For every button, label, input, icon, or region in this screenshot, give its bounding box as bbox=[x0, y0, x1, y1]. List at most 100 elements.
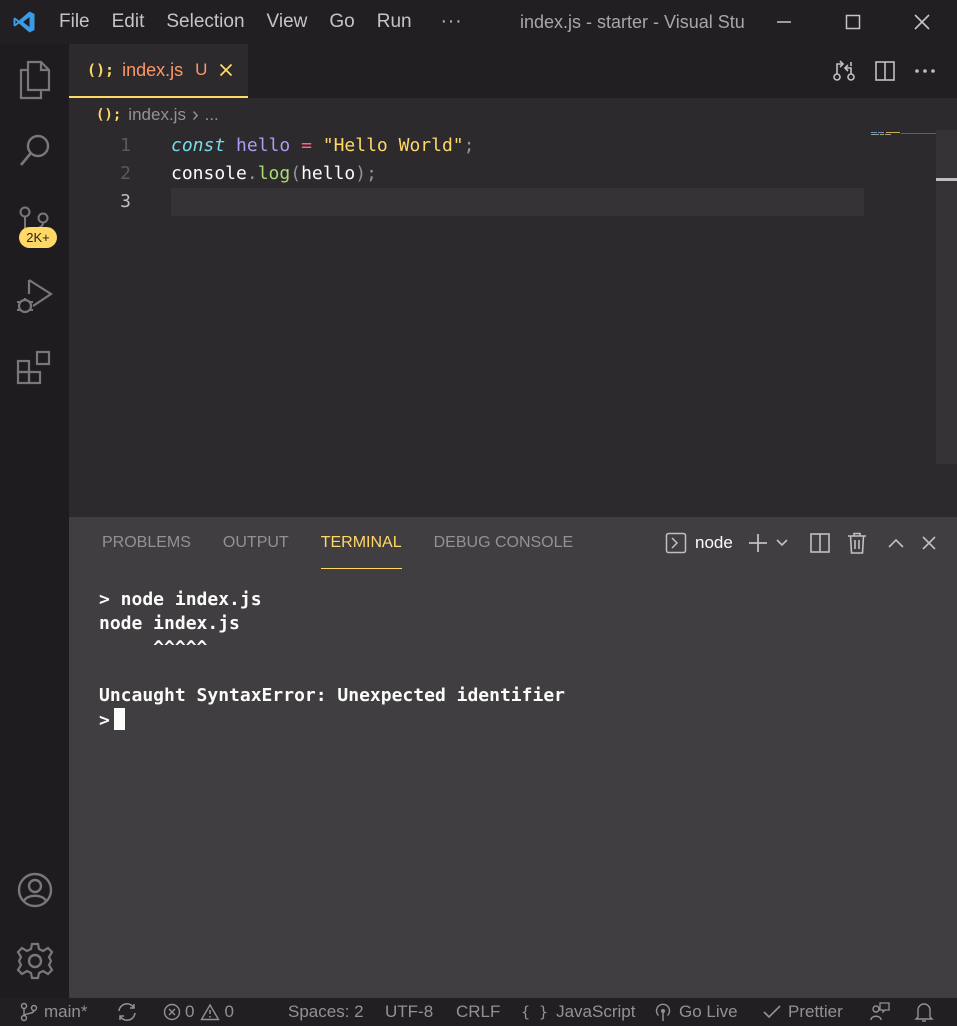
breadcrumb-file[interactable]: index.js bbox=[128, 105, 186, 125]
terminal-line: > node index.js bbox=[99, 589, 262, 610]
language-name: JavaScript bbox=[556, 1002, 636, 1021]
tab-close-button[interactable] bbox=[219, 63, 233, 77]
more-horizontal-icon bbox=[915, 69, 935, 73]
braces-icon: { } bbox=[521, 1003, 549, 1021]
prettier-label: Prettier bbox=[788, 1002, 843, 1021]
manage-gear-icon bbox=[16, 942, 53, 980]
menu-edit[interactable]: Edit bbox=[101, 0, 156, 44]
untracked-status: U bbox=[195, 60, 208, 79]
open-changes-button[interactable] bbox=[832, 59, 856, 83]
menu-bar: File Edit Selection View Go Run ··· bbox=[48, 0, 481, 44]
terminal-cursor bbox=[113, 708, 125, 730]
extensions-button[interactable] bbox=[0, 348, 69, 388]
plus-icon bbox=[748, 534, 767, 552]
error-count: 0 bbox=[185, 1002, 195, 1021]
line-content[interactable]: const hello = "Hello World"; bbox=[171, 132, 864, 160]
title-bar: File Edit Selection View Go Run ··· inde… bbox=[0, 0, 957, 44]
close-icon bbox=[922, 536, 936, 550]
kill-terminal-button[interactable] bbox=[847, 532, 867, 554]
new-terminal-button[interactable] bbox=[747, 532, 769, 554]
accounts-button[interactable] bbox=[0, 870, 69, 910]
problems-status[interactable]: 0 0 bbox=[163, 998, 234, 1026]
compare-changes-icon bbox=[833, 60, 855, 81]
terminal-line: ^^^^^ bbox=[99, 637, 208, 658]
minimize-icon bbox=[777, 21, 791, 23]
split-terminal-button[interactable] bbox=[809, 532, 831, 554]
breadcrumb-separator: › bbox=[191, 103, 199, 126]
language-status[interactable]: { } JavaScript bbox=[521, 998, 635, 1026]
prettier-status[interactable]: Prettier bbox=[762, 998, 843, 1026]
terminal-prompt-line: > bbox=[99, 708, 565, 733]
terminal-selector[interactable]: node bbox=[665, 532, 733, 554]
editor-tab-bar: (); index.js U bbox=[69, 44, 957, 98]
close-icon bbox=[914, 14, 930, 30]
broadcast-icon bbox=[655, 1003, 671, 1021]
menu-selection[interactable]: Selection bbox=[155, 0, 255, 44]
explorer-button[interactable] bbox=[0, 60, 69, 100]
minimize-button[interactable] bbox=[761, 0, 807, 44]
search-icon bbox=[19, 134, 49, 166]
menu-file[interactable]: File bbox=[48, 0, 101, 44]
run-debug-icon bbox=[16, 279, 53, 314]
branch-name: main* bbox=[44, 1002, 88, 1021]
code-line: 1 const hello = "Hello World"; bbox=[69, 132, 864, 160]
branch-status[interactable]: main* bbox=[20, 998, 87, 1026]
line-number: 2 bbox=[120, 163, 131, 184]
panel-actions: node bbox=[665, 517, 937, 569]
code-editor[interactable]: 1 const hello = "Hello World"; 2 console… bbox=[69, 130, 957, 516]
go-live-label: Go Live bbox=[679, 1002, 738, 1021]
code-line: 2 console.log(hello); bbox=[69, 160, 864, 188]
terminal-line: node index.js bbox=[99, 613, 240, 634]
tab-output[interactable]: OUTPUT bbox=[207, 517, 305, 569]
menu-go[interactable]: Go bbox=[318, 0, 365, 44]
trash-icon bbox=[847, 532, 866, 554]
more-actions-button[interactable] bbox=[914, 60, 936, 82]
status-bar: main* 0 0 Spaces: 2 UTF-8 CRLF { } JavaS… bbox=[0, 998, 957, 1026]
terminal-output[interactable]: > node index.js node index.js ^^^^^ Uncaug… bbox=[99, 588, 565, 733]
checkmark-icon bbox=[763, 1005, 781, 1019]
minimap[interactable] bbox=[871, 130, 937, 142]
editor-actions bbox=[832, 44, 936, 98]
explorer-icon bbox=[19, 60, 50, 100]
menu-run[interactable]: Run bbox=[366, 0, 423, 44]
split-editor-button[interactable] bbox=[874, 60, 896, 82]
error-icon bbox=[163, 1003, 181, 1021]
sync-icon bbox=[118, 1003, 136, 1021]
eol-status[interactable]: CRLF bbox=[456, 998, 500, 1026]
sync-button[interactable] bbox=[116, 998, 144, 1026]
panel-tabs: PROBLEMS OUTPUT TERMINAL DEBUG CONSOLE bbox=[86, 517, 589, 569]
terminal-prompt: > bbox=[99, 710, 110, 731]
menu-view[interactable]: View bbox=[256, 0, 319, 44]
notifications-button[interactable] bbox=[914, 998, 940, 1026]
warning-count: 0 bbox=[224, 1002, 234, 1021]
activity-bar: 2K+ bbox=[0, 44, 69, 998]
line-number: 1 bbox=[120, 135, 131, 156]
terminal-line: Uncaught SyntaxError: Unexpected identif… bbox=[99, 685, 565, 706]
maximize-panel-button[interactable] bbox=[887, 536, 905, 550]
maximize-button[interactable] bbox=[830, 0, 876, 44]
close-window-button[interactable] bbox=[899, 0, 945, 44]
line-content[interactable] bbox=[171, 188, 864, 216]
tab-problems[interactable]: PROBLEMS bbox=[86, 517, 207, 569]
close-panel-button[interactable] bbox=[921, 535, 937, 551]
extensions-icon bbox=[16, 350, 50, 385]
launch-profile-button[interactable] bbox=[775, 536, 789, 550]
encoding-status[interactable]: UTF-8 bbox=[385, 998, 433, 1026]
bottom-panel: PROBLEMS OUTPUT TERMINAL DEBUG CONSOLE n… bbox=[69, 516, 957, 998]
tab-index-js[interactable]: (); index.js U bbox=[69, 44, 248, 98]
tab-terminal[interactable]: TERMINAL bbox=[305, 517, 418, 569]
menu-more-button[interactable]: ··· bbox=[423, 11, 481, 33]
breadcrumb-symbols[interactable]: ... bbox=[205, 105, 219, 125]
run-debug-button[interactable] bbox=[0, 276, 69, 316]
manage-button[interactable] bbox=[0, 941, 69, 981]
accounts-icon bbox=[17, 872, 52, 908]
indentation-status[interactable]: Spaces: 2 bbox=[288, 998, 364, 1026]
tab-debug-console[interactable]: DEBUG CONSOLE bbox=[418, 517, 590, 569]
bell-icon bbox=[914, 1003, 934, 1022]
terminal-name: node bbox=[695, 533, 733, 552]
go-live-button[interactable]: Go Live bbox=[653, 998, 738, 1026]
tab-filename: index.js bbox=[122, 59, 184, 80]
feedback-button[interactable] bbox=[869, 998, 897, 1026]
search-button[interactable] bbox=[0, 132, 69, 172]
line-content[interactable]: console.log(hello); bbox=[171, 160, 864, 188]
